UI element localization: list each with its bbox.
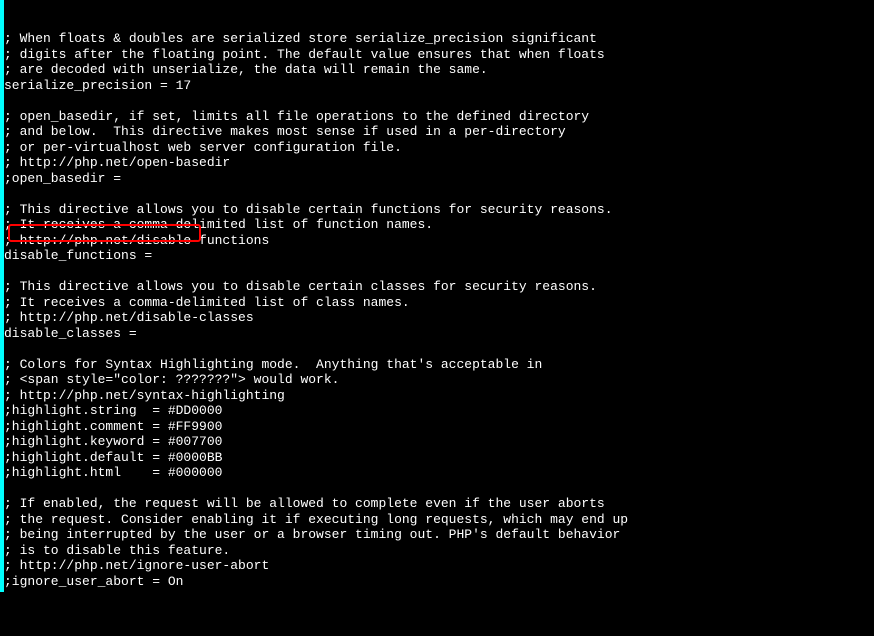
- config-line: ; http://php.net/ignore-user-abort: [4, 558, 874, 574]
- config-line: [4, 481, 874, 497]
- config-line: ; http://php.net/open-basedir: [4, 155, 874, 171]
- config-line: [4, 93, 874, 109]
- config-text: ; When floats & doubles are serialized s…: [4, 31, 874, 605]
- config-line: ; When floats & doubles are serialized s…: [4, 31, 874, 47]
- config-line: ; This directive allows you to disable c…: [4, 202, 874, 218]
- config-line: ;highlight.string = #DD0000: [4, 403, 874, 419]
- config-line: ; This directive allows you to disable c…: [4, 279, 874, 295]
- config-line: ; If enabled, the request will be allowe…: [4, 496, 874, 512]
- config-line: [4, 264, 874, 280]
- config-line: ; It receives a comma-delimited list of …: [4, 217, 874, 233]
- config-line: ;open_basedir =: [4, 171, 874, 187]
- config-line: ; being interrupted by the user or a bro…: [4, 527, 874, 543]
- terminal-content[interactable]: ; When floats & doubles are serialized s…: [0, 0, 874, 592]
- config-line: serialize_precision = 17: [4, 78, 874, 94]
- config-line: [4, 186, 874, 202]
- config-line: ; <span style="color: ???????"> would wo…: [4, 372, 874, 388]
- config-line: ; http://php.net/disable-functions: [4, 233, 874, 249]
- config-line: disable_classes =: [4, 326, 874, 342]
- config-line: ;ignore_user_abort = On: [4, 574, 874, 590]
- config-line: [4, 341, 874, 357]
- config-line: ; It receives a comma-delimited list of …: [4, 295, 874, 311]
- config-line: ; http://php.net/syntax-highlighting: [4, 388, 874, 404]
- config-line: disable_functions =: [4, 248, 874, 264]
- config-line: ;highlight.html = #000000: [4, 465, 874, 481]
- config-line: ; are decoded with unserialize, the data…: [4, 62, 874, 78]
- config-line: ;highlight.comment = #FF9900: [4, 419, 874, 435]
- config-line: ; the request. Consider enabling it if e…: [4, 512, 874, 528]
- config-line: ;highlight.default = #0000BB: [4, 450, 874, 466]
- config-line: ;highlight.keyword = #007700: [4, 434, 874, 450]
- config-line: ; open_basedir, if set, limits all file …: [4, 109, 874, 125]
- config-line: ; digits after the floating point. The d…: [4, 47, 874, 63]
- config-line: ; or per-virtualhost web server configur…: [4, 140, 874, 156]
- config-line: ; is to disable this feature.: [4, 543, 874, 559]
- config-line: ; and below. This directive makes most s…: [4, 124, 874, 140]
- config-line: ; http://php.net/disable-classes: [4, 310, 874, 326]
- config-line: [4, 589, 874, 605]
- config-line: ; Colors for Syntax Highlighting mode. A…: [4, 357, 874, 373]
